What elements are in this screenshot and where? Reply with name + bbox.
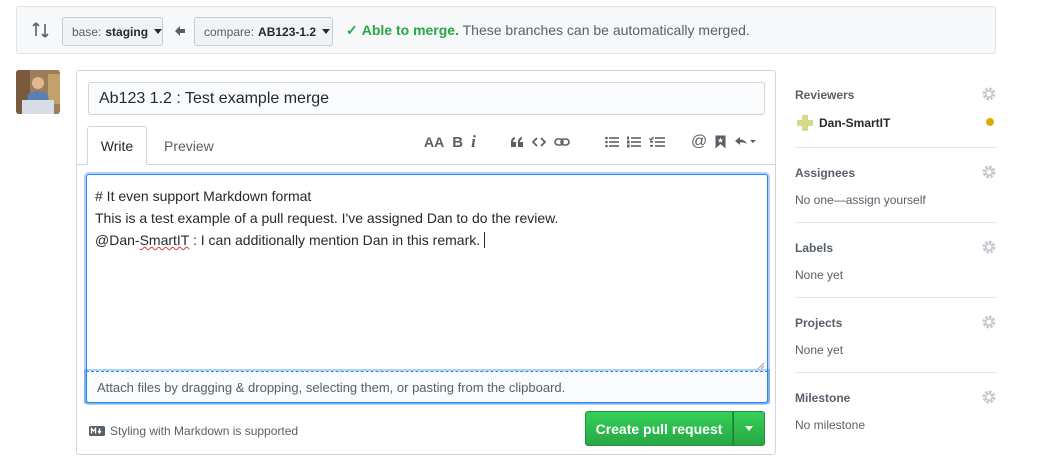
compare-branch-button[interactable]: compare: AB123-1.2 [194,17,333,46]
text-cursor [484,232,486,248]
projects-value: None yet [795,343,844,357]
numbered-list-icon[interactable] [627,131,641,153]
milestone-heading: Milestone [795,391,851,405]
merge-ok-text: Able to merge. [361,22,459,38]
projects-heading: Projects [795,316,843,330]
bold-icon[interactable]: B [452,131,463,153]
merge-status: ✓ Able to merge. These branches can be au… [346,22,750,39]
compare-prefix: compare: [204,24,255,39]
markdown-note: Styling with Markdown is supported [89,424,298,438]
italic-icon[interactable]: i [471,131,476,153]
pull-request-form: Ab123 1.2 : Test example merge Write Pre… [76,70,776,455]
chevron-down-icon [154,29,163,34]
attach-files-text: Attach files by dragging & dropping, sel… [97,379,566,395]
body-line: This is a test example of a pull request… [95,210,559,226]
mention-prefix: @Dan- [95,232,140,248]
toolbar-text-group: AA B i [424,131,484,153]
toolbar-insert-group [510,131,578,153]
bullet-list-icon[interactable] [605,131,619,153]
arrow-left-icon [174,24,186,38]
quote-icon[interactable] [510,131,524,153]
body-line: @Dan-SmartIT : I can additionally mentio… [95,229,759,251]
toolbar-list-group [605,131,673,153]
reply-icon[interactable] [734,131,757,153]
avatar[interactable] [16,70,60,114]
reviewers-heading: Reviewers [795,88,855,102]
markdown-note-text: Styling with Markdown is supported [110,424,299,438]
milestone-value: No milestone [795,418,866,432]
title-input[interactable]: Ab123 1.2 : Test example merge [88,82,765,115]
git-compare-icon [32,20,50,40]
compare-branch-name: AB123-1.2 [258,24,317,39]
reviewer-item[interactable]: Dan-SmartIT [795,113,997,133]
identicon-avatar [795,113,815,133]
mention-rest: : I can additionally mention Dan in this… [189,232,481,248]
gear-icon[interactable] [981,389,997,405]
sidebar-divider [795,222,997,223]
reviewer-name: Dan-SmartIT [819,116,891,130]
create-pull-request-button[interactable]: Create pull request [585,411,733,446]
base-branch-button[interactable]: base: staging [62,17,163,46]
gear-icon[interactable] [981,314,997,330]
gear-icon[interactable] [981,86,997,102]
create-options-dropdown[interactable] [733,411,765,446]
body-line: # It even support Markdown format [95,188,312,204]
resize-handle-icon[interactable] [757,362,765,370]
tab-preview[interactable]: Preview [152,126,226,165]
labels-heading: Labels [795,241,834,255]
check-icon: ✓ [346,22,358,38]
sidebar-reviewers[interactable]: Reviewers Dan-SmartIT [795,86,997,133]
create-pull-request-group: Create pull request [585,411,765,446]
labels-value: None yet [795,268,844,282]
markdown-icon [89,426,105,436]
assignees-value[interactable]: No one—assign yourself [795,193,997,207]
gear-icon[interactable] [981,164,997,180]
body-textarea[interactable]: # It even support Markdown format This i… [86,174,768,402]
sidebar-milestone[interactable]: Milestone No milestone [795,389,997,432]
base-prefix: base: [72,24,102,39]
review-pending-dot [986,118,994,126]
base-branch-name: staging [105,24,149,39]
gear-icon[interactable] [981,239,997,255]
toolbar-extra-group: @ [691,131,764,153]
sidebar-divider [795,372,997,373]
tab-write[interactable]: Write [87,126,147,165]
sidebar-labels[interactable]: Labels None yet [795,239,997,282]
attach-files-area[interactable]: Attach files by dragging & dropping, sel… [86,362,768,403]
sidebar-assignees[interactable]: Assignees No one—assign yourself [795,164,997,207]
chevron-down-icon [322,29,331,34]
misspelled-word: SmartIT [139,232,190,248]
sidebar-projects[interactable]: Projects None yet [795,314,997,357]
compare-bar: base: staging compare: AB123-1.2 ✓ Able t… [16,6,996,54]
assignees-heading: Assignees [795,166,856,180]
sidebar-divider [795,147,997,148]
code-icon[interactable] [532,131,546,153]
chevron-down-icon [745,426,753,431]
link-icon[interactable] [554,131,570,153]
mention-icon[interactable]: @ [691,131,707,153]
bookmark-icon[interactable] [715,131,726,153]
sidebar-divider [795,297,997,298]
merge-status-text: These branches can be automatically merg… [462,22,750,38]
task-list-icon[interactable] [649,131,665,153]
header-icon[interactable]: AA [424,131,444,153]
